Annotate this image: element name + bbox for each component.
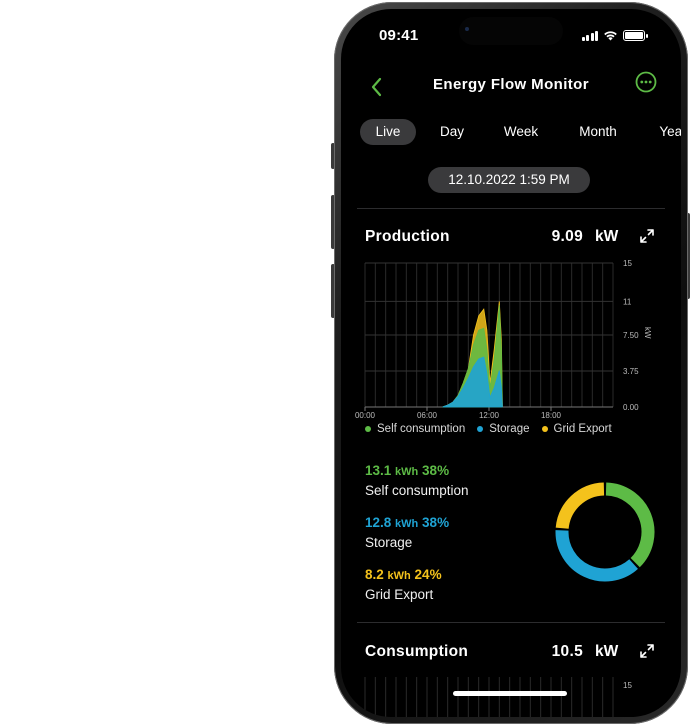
stat-label: Storage	[365, 535, 413, 550]
consumption-value: 10.5	[551, 643, 583, 660]
production-title: Production	[365, 228, 450, 245]
legend-label: Storage	[489, 423, 530, 435]
y-tick-label: 0.00	[623, 403, 639, 412]
stat-amount: 8.2	[365, 567, 384, 582]
stat-storage: 12.8 kWh 38% Storage	[365, 515, 449, 550]
donut-slice-grid-export	[555, 482, 605, 530]
y-tick-label: 15	[623, 681, 632, 690]
legend-dot	[365, 426, 371, 432]
x-tick-label: 06:00	[417, 411, 438, 420]
period-tabs: Live Day Week Month Year	[360, 119, 681, 145]
stat-self-consumption: 13.1 kWh 38% Self consumption	[365, 463, 469, 498]
camera-icon	[465, 27, 469, 31]
date-selector[interactable]: 12.10.2022 1:59 PM	[428, 167, 590, 193]
page-title: Energy Flow Monitor	[433, 76, 589, 93]
status-time: 09:41	[379, 27, 419, 44]
legend-grid-export: Grid Export	[541, 423, 612, 435]
stat-label: Grid Export	[365, 587, 434, 602]
legend-dot	[477, 426, 484, 432]
stat-unit: kWh	[395, 466, 419, 478]
y-tick-label: 11	[623, 297, 632, 306]
legend-label: Self consumption	[377, 423, 466, 435]
stat-percent: 38%	[422, 463, 450, 478]
legend-self-consumption: Self consumption	[365, 423, 465, 435]
tab-live[interactable]: Live	[360, 119, 416, 145]
stat-value: 8.2 kWh 24%	[365, 567, 442, 582]
consumption-title: Consumption	[365, 643, 469, 660]
divider	[357, 622, 665, 623]
tab-week[interactable]: Week	[496, 119, 546, 145]
tab-year[interactable]: Year	[653, 119, 681, 145]
stat-amount: 13.1	[365, 463, 392, 478]
tab-day[interactable]: Day	[430, 119, 474, 145]
legend-dot	[541, 426, 548, 432]
production-legend: Self consumption Storage Grid Export	[365, 423, 612, 435]
y-tick-label: 3.75	[623, 367, 639, 376]
stat-amount: 12.8	[365, 515, 392, 530]
x-tick-label: 12:00	[479, 411, 500, 420]
stat-value: 12.8 kWh 38%	[365, 515, 449, 530]
y-tick-label: 7.50	[623, 331, 639, 340]
stat-unit: kWh	[395, 518, 419, 530]
stat-percent: 24%	[414, 567, 442, 582]
tab-month[interactable]: Month	[570, 119, 626, 145]
x-tick-label: 18:00	[541, 411, 562, 420]
production-value: 9.09	[551, 228, 583, 245]
donut-slice-storage	[555, 530, 638, 582]
donut-slice-self-consumption	[605, 482, 655, 568]
stat-grid-export: 8.2 kWh 24% Grid Export	[365, 567, 442, 602]
phone-screen: 09:41 Energy Flow Monitor Live Day Week …	[341, 9, 681, 717]
expand-consumption-icon[interactable]	[639, 643, 655, 659]
stat-label: Self consumption	[365, 483, 469, 498]
status-icons	[581, 30, 648, 41]
x-tick-label: 00:00	[355, 411, 376, 420]
y-tick-label: 15	[623, 259, 632, 268]
phone-frame: 09:41 Energy Flow Monitor Live Day Week …	[334, 2, 688, 724]
battery-icon	[623, 30, 648, 41]
expand-production-icon[interactable]	[639, 228, 655, 244]
production-chart: 00:00 06:00 12:00 18:00 15 11 7.50 3.75 0.00 kW	[355, 259, 652, 420]
legend-label: Grid Export	[553, 423, 612, 435]
more-options-icon[interactable]	[635, 71, 657, 93]
home-indicator[interactable]	[453, 691, 567, 696]
wifi-icon	[604, 31, 617, 41]
y-axis-label: kW	[643, 327, 652, 339]
stat-value: 13.1 kWh 38%	[365, 463, 469, 478]
divider	[357, 208, 665, 209]
dynamic-island	[459, 17, 563, 45]
stat-unit: kWh	[387, 570, 411, 582]
legend-storage: Storage	[477, 423, 530, 435]
consumption-unit: kW	[595, 643, 619, 660]
production-donut-chart	[555, 482, 655, 582]
cellular-signal-icon	[581, 30, 598, 41]
production-unit: kW	[595, 228, 619, 245]
stat-percent: 38%	[422, 515, 450, 530]
